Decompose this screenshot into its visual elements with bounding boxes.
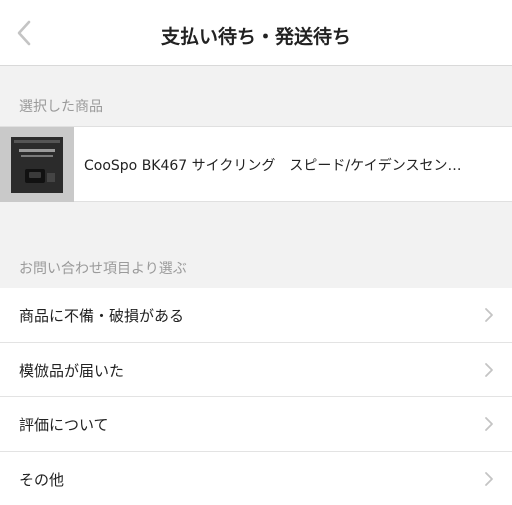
product-thumbnail bbox=[0, 127, 74, 202]
nav-bar: 支払い待ち・発送待ち bbox=[0, 0, 512, 66]
inquiry-section-label: お問い合わせ項目より選ぶ bbox=[19, 261, 187, 277]
menu-item-other[interactable]: その他 bbox=[0, 452, 512, 505]
chevron-right-icon bbox=[485, 362, 493, 377]
product-box-image bbox=[11, 136, 63, 193]
chevron-right-icon bbox=[485, 417, 493, 431]
chevron-right-icon bbox=[485, 308, 493, 322]
menu-item-defect-damage[interactable]: 商品に不備・破損がある bbox=[0, 288, 512, 343]
menu-item-rating[interactable]: 評価について bbox=[0, 397, 512, 452]
menu-item-label: 模倣品が届いた bbox=[19, 361, 125, 380]
inquiry-menu: 商品に不備・破損がある 模倣品が届いた 評価について その他 bbox=[0, 288, 512, 505]
selected-product-section-label: 選択した商品 bbox=[19, 99, 103, 115]
chevron-right-icon bbox=[485, 471, 493, 486]
page-title: 支払い待ち・発送待ち bbox=[160, 26, 351, 48]
menu-item-label: 商品に不備・破損がある bbox=[19, 307, 185, 325]
menu-item-label: 評価について bbox=[19, 416, 109, 434]
selected-product-row[interactable]: CooSpo BK467 サイクリング スピード/ケイデンスセン… bbox=[0, 126, 512, 202]
menu-item-label: その他 bbox=[19, 470, 65, 489]
product-name: CooSpo BK467 サイクリング スピード/ケイデンスセン… bbox=[84, 158, 462, 174]
menu-item-counterfeit[interactable]: 模倣品が届いた bbox=[0, 343, 512, 397]
